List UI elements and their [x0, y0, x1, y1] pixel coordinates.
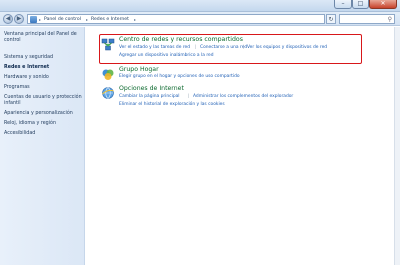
- breadcrumb-control-panel[interactable]: Panel de control: [44, 17, 81, 22]
- title-bar: – □ ✕: [0, 0, 400, 12]
- category-title-internet-options[interactable]: Opciones de Internet: [119, 85, 184, 92]
- link-delete-history[interactable]: Eliminar el historial de exploración y l…: [119, 102, 225, 107]
- address-bar[interactable]: ▸ Panel de control ▸ Redes e Internet ▸: [27, 14, 325, 24]
- sidebar-item-hardware-sound[interactable]: Hardware y sonido: [4, 75, 82, 81]
- homegroup-icon: [102, 69, 114, 80]
- link-change-home-page[interactable]: Cambiar la página principal: [119, 94, 180, 99]
- forward-button[interactable]: ▶: [14, 14, 24, 24]
- maximize-icon: □: [357, 0, 364, 7]
- chevron-right-icon: ▸: [134, 17, 137, 22]
- sidebar-item-system-security[interactable]: Sistema y seguridad: [4, 55, 82, 61]
- link-manage-addons[interactable]: Administrar los complementos del explora…: [193, 94, 293, 99]
- minimize-button[interactable]: –: [334, 0, 352, 9]
- scrollbar[interactable]: [394, 27, 400, 265]
- arrow-left-icon: ◀: [5, 15, 11, 22]
- sidebar-item-programs[interactable]: Programas: [4, 85, 82, 91]
- sidebar-item-user-accounts[interactable]: Cuentas de usuario y protección infantil: [4, 95, 82, 107]
- sidebar-item-home[interactable]: Ventana principal del Panel de control: [4, 32, 82, 44]
- search-icon: ⚲: [387, 16, 392, 23]
- chevron-right-icon: ▸: [39, 17, 42, 22]
- highlight-box: [99, 34, 362, 64]
- navigation-bar: ◀ ▶ ▸ Panel de control ▸ Redes e Interne…: [0, 12, 400, 26]
- internet-options-icon: [102, 87, 114, 99]
- chevron-right-icon: ▸: [86, 17, 89, 22]
- refresh-icon: ↻: [328, 16, 334, 23]
- refresh-button[interactable]: ↻: [326, 14, 336, 24]
- maximize-button[interactable]: □: [352, 0, 369, 9]
- arrow-right-icon: ▶: [16, 15, 22, 22]
- minimize-icon: –: [341, 0, 345, 7]
- close-button[interactable]: ✕: [369, 0, 397, 9]
- breadcrumb-networks[interactable]: Redes e Internet: [91, 17, 129, 22]
- link-homegroup-options[interactable]: Elegir grupo en el hogar y opciones de u…: [119, 74, 240, 79]
- close-icon: ✕: [380, 0, 386, 7]
- category-title-homegroup[interactable]: Grupo Hogar: [119, 66, 159, 73]
- control-panel-icon: [30, 16, 37, 23]
- sidebar-item-network-internet[interactable]: Redes e Internet: [4, 65, 82, 71]
- back-button[interactable]: ◀: [3, 14, 13, 24]
- link-separator: |: [188, 94, 190, 99]
- sidebar-item-clock-region[interactable]: Reloj, idioma y región: [4, 121, 82, 127]
- sidebar-item-accessibility[interactable]: Accesibilidad: [4, 131, 82, 137]
- sidebar: Ventana principal del Panel de control S…: [0, 27, 85, 265]
- search-input[interactable]: ⚲: [339, 14, 395, 24]
- sidebar-item-appearance[interactable]: Apariencia y personalización: [4, 111, 82, 117]
